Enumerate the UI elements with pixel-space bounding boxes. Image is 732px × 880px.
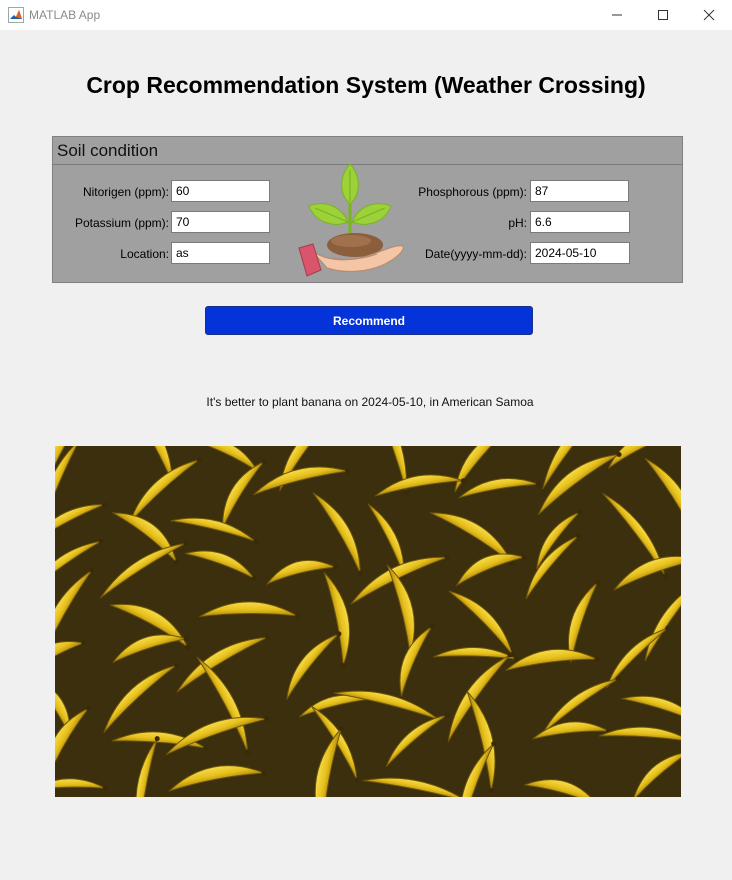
location-label: Location:	[120, 247, 169, 261]
location-input[interactable]: as	[171, 242, 270, 264]
panel-header: Soil condition	[53, 137, 682, 165]
banana-tip	[101, 502, 107, 508]
banana-tip	[357, 570, 363, 576]
banana-pile-photo	[55, 446, 681, 797]
banana-tip	[662, 573, 668, 579]
banana-tip	[521, 554, 527, 560]
phosphorous-label: Phosphorous (ppm):	[418, 185, 527, 199]
banana-tip	[196, 457, 202, 463]
maximize-icon	[658, 10, 668, 20]
banana-tip	[340, 663, 346, 669]
banana-tip	[507, 652, 513, 658]
banana-tip	[615, 676, 621, 682]
minimize-icon	[612, 14, 622, 16]
banana-tip	[174, 560, 180, 566]
banana-tip	[183, 636, 189, 642]
banana-tip	[403, 489, 409, 495]
matlab-logo-icon	[8, 7, 24, 23]
banana-tip	[89, 567, 95, 573]
banana-tip	[336, 631, 342, 637]
banana-tip	[265, 634, 271, 640]
banana-tip	[444, 712, 450, 718]
banana-tip	[264, 716, 270, 722]
banana-tip	[576, 533, 582, 539]
recommend-button[interactable]: Recommend	[205, 306, 533, 335]
banana-tip	[174, 662, 180, 668]
banana-tip	[444, 554, 450, 560]
banana-tip	[81, 640, 87, 646]
banana-tip	[595, 579, 601, 585]
page-title: Crop Recommendation System (Weather Cros…	[86, 72, 646, 98]
window-title: MATLAB App	[29, 8, 101, 22]
soil-condition-panel: Soil condition Nitorigen (ppm): 60 Potas…	[52, 136, 683, 283]
banana-tip	[616, 452, 622, 458]
panel-title: Soil condition	[57, 141, 159, 160]
banana-tip	[261, 770, 267, 776]
banana-tip	[665, 625, 671, 631]
banana-tip	[577, 509, 583, 515]
window-titlebar: MATLAB App	[0, 0, 732, 30]
banana-tip	[245, 749, 251, 755]
potassium-input[interactable]: 70	[171, 211, 270, 233]
banana-tip	[354, 777, 360, 783]
banana-tip	[253, 539, 259, 545]
date-input[interactable]: 2024-05-10	[530, 242, 630, 264]
banana-tip	[594, 656, 600, 662]
banana-tip	[488, 788, 494, 794]
banana-tip	[183, 540, 189, 546]
banana-tip	[491, 741, 497, 747]
potassium-label: Potassium (ppm):	[74, 216, 169, 230]
banana-tip	[429, 623, 435, 629]
banana-tip	[261, 458, 267, 464]
banana-tip	[102, 785, 108, 791]
plant-in-hand-icon	[298, 163, 404, 277]
ph-label: pH:	[508, 216, 527, 230]
banana-tip	[154, 736, 160, 742]
banana-tip	[86, 705, 92, 711]
banana-tip	[251, 575, 257, 581]
maximize-button[interactable]	[640, 0, 686, 30]
nitrogen-input[interactable]: 60	[171, 180, 270, 202]
ph-input[interactable]: 6.6	[530, 211, 630, 233]
nitrogen-label: Nitorigen (ppm):	[82, 185, 169, 199]
banana-tip	[294, 613, 300, 619]
minimize-button[interactable]	[594, 0, 640, 30]
date-label: Date(yyyy-mm-dd):	[424, 247, 527, 261]
banana-tip	[345, 468, 351, 474]
banana-tip	[185, 644, 191, 650]
banana-tip	[338, 725, 344, 731]
banana-tip	[203, 745, 209, 751]
banana-tip	[98, 538, 104, 544]
close-button[interactable]	[686, 0, 732, 30]
banana-tip	[535, 481, 541, 487]
banana-tip	[333, 564, 339, 570]
close-icon	[703, 9, 715, 21]
phosphorous-input[interactable]: 87	[530, 180, 629, 202]
banana-tip	[460, 478, 466, 484]
crop-image	[55, 446, 681, 797]
recommendation-result: It's better to plant banana on 2024-05-1…	[206, 395, 534, 409]
